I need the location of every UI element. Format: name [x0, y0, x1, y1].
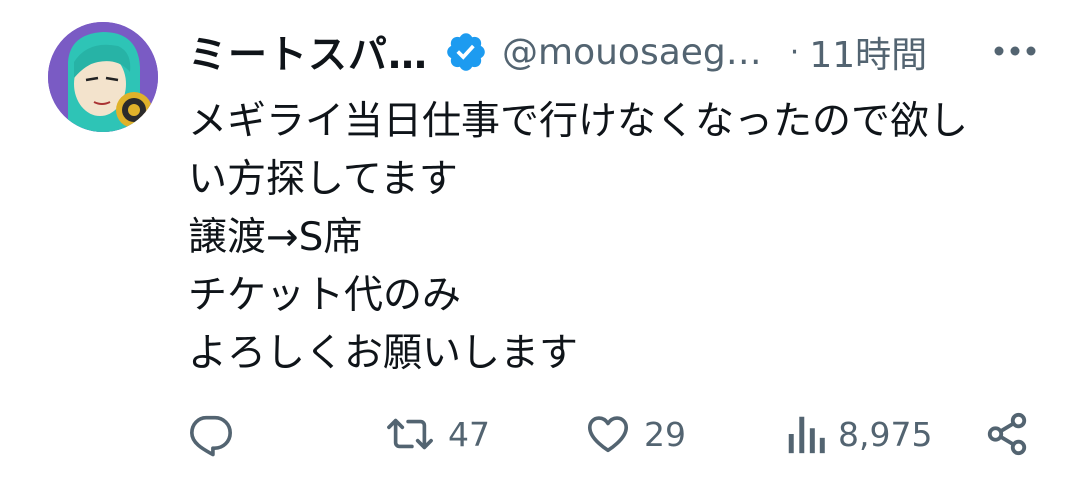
avatar-illustration — [48, 22, 158, 132]
action-bar: 47 29 8,975 — [188, 408, 1038, 460]
tweet-header: ミートスパ… @mouosaeg… · 11時間 — [188, 22, 1040, 82]
share-icon — [987, 412, 1027, 456]
retweet-button[interactable]: 47 — [384, 408, 490, 460]
display-name[interactable]: ミートスパ… — [188, 24, 428, 80]
reply-icon — [190, 415, 232, 457]
tweet-text-line: い方探してます — [188, 157, 458, 202]
timestamp[interactable]: 11時間 — [809, 26, 927, 78]
author-handle[interactable]: @mouosaeg… — [502, 32, 762, 73]
tweet-text-line: チケット代のみ — [188, 273, 462, 318]
tweet-text-line: メギライ当日仕事で行けなくなったので欲し — [188, 99, 969, 144]
more-horizontal-icon[interactable] — [990, 36, 1040, 66]
share-button[interactable] — [984, 408, 1030, 460]
avatar[interactable] — [48, 22, 158, 132]
heart-icon — [587, 416, 629, 453]
retweet-icon — [387, 418, 433, 450]
views-chart-icon — [788, 416, 825, 454]
separator-dot: · — [789, 34, 800, 70]
like-button[interactable]: 29 — [584, 408, 686, 460]
views-button[interactable]: 8,975 — [786, 408, 932, 460]
tweet-text: メギライ当日仕事で行けなくなったので欲し い方探してます 譲渡→S席 チケット代… — [188, 93, 1048, 383]
reply-button[interactable] — [188, 408, 234, 460]
tweet-text-line: よろしくお願いします — [188, 331, 579, 376]
retweet-count: 47 — [448, 414, 490, 454]
verified-badge-icon — [444, 30, 488, 74]
tweet-text-line: 譲渡→S席 — [188, 215, 363, 260]
like-count: 29 — [644, 414, 686, 454]
views-count: 8,975 — [838, 414, 933, 454]
